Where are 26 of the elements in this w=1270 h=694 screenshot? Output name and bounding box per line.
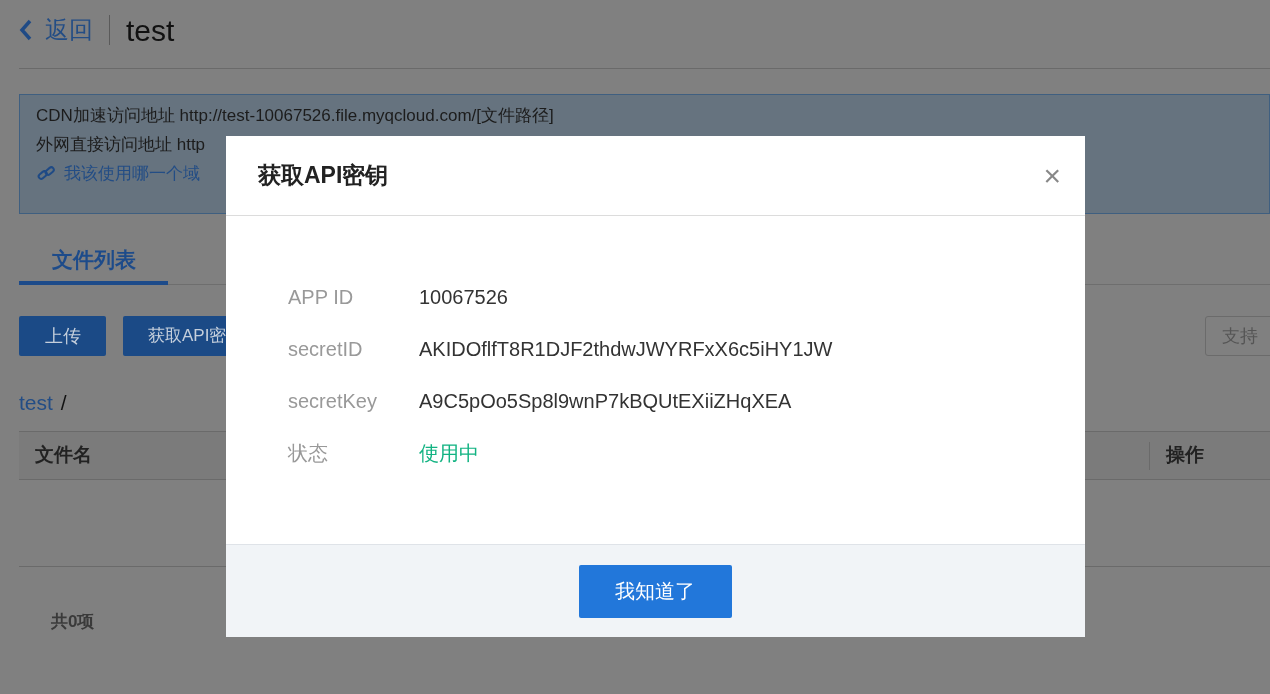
back-link[interactable]: 返回 (45, 12, 93, 48)
column-header: 操作 (1166, 443, 1205, 468)
confirm-button[interactable]: 我知道了 (578, 564, 732, 618)
item-count: 共0项 (51, 611, 96, 633)
page-title: test (126, 12, 175, 49)
back-chevron-icon[interactable] (19, 19, 33, 41)
column-header: 文件名 (34, 443, 92, 468)
field-label: 状态 (288, 441, 329, 466)
info-text: CDN加速访问地址 http://test-10067526.file.myqcloud.com/[文件路径] (36, 105, 555, 127)
tab[interactable]: 文件列表 (19, 238, 168, 285)
field-value: A9C5pOo5Sp8l9wnP7kBQUtEXiiZHqXEA (419, 389, 792, 414)
upload-button[interactable]: 上传 (19, 316, 106, 356)
field-value: AKIDOflfT8R1DJF2thdwJWYRFxX6c5iHY1JW (419, 337, 833, 362)
domain-help-link[interactable]: 我该使用哪一个域 (64, 163, 200, 185)
field-label: APP ID (288, 285, 355, 310)
breadcrumb-separator: / (60, 390, 67, 417)
field-label: secretKey (288, 389, 378, 414)
info-text: 外网直接访问地址 http (36, 134, 207, 156)
breadcrumb-link[interactable]: test (19, 387, 53, 419)
dialog-title: 获取API密钥 (258, 161, 389, 191)
close-button[interactable]: × (1043, 160, 1061, 191)
field-value: 10067526 (419, 285, 508, 310)
link-icon (36, 165, 56, 183)
status-text: 使用中 (419, 441, 479, 466)
field-label: secretID (288, 337, 364, 362)
get-api-key-button[interactable]: 获取API密 (123, 316, 226, 356)
